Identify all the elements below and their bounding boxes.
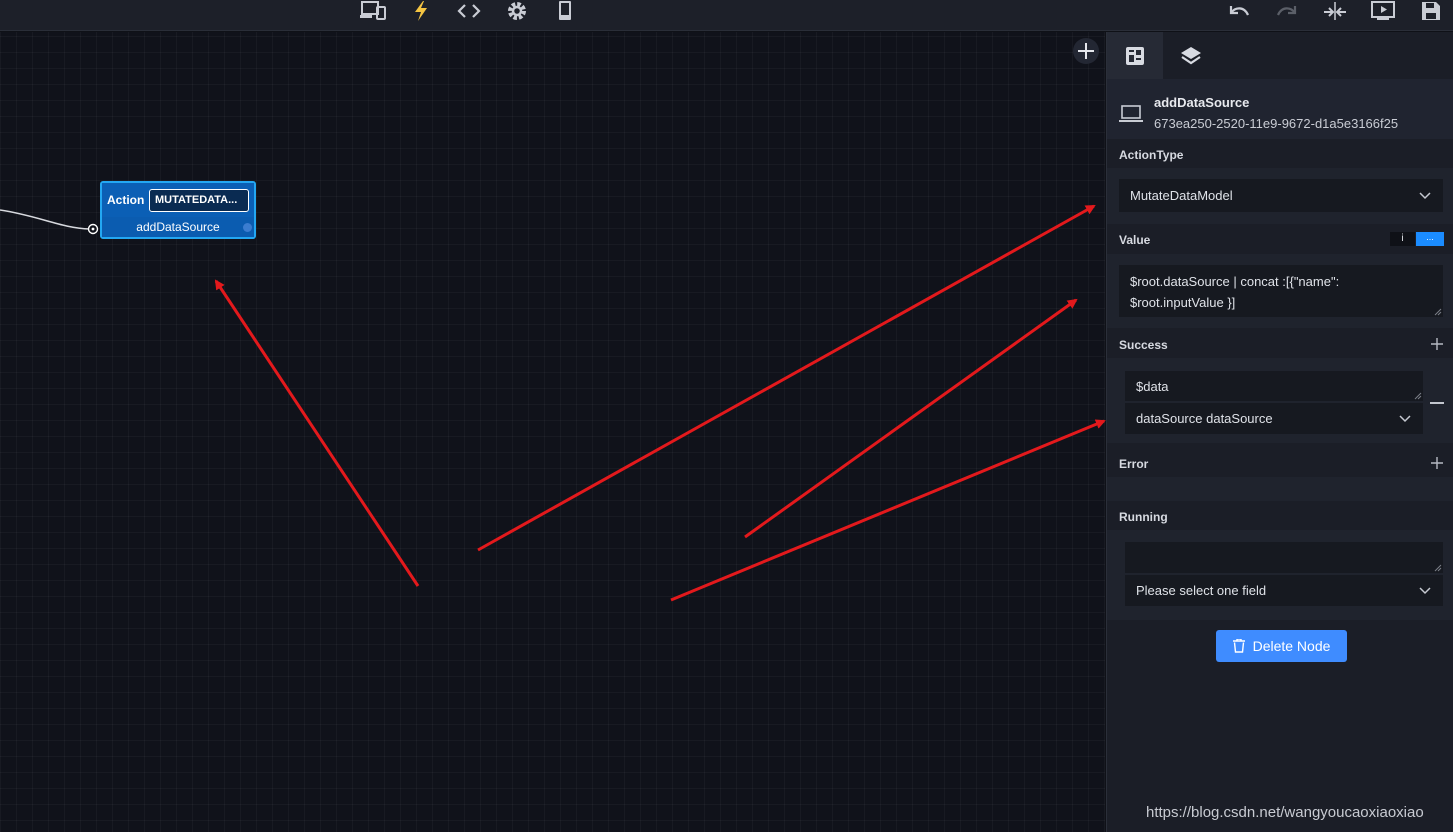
remove-success-minus-icon[interactable] bbox=[1430, 402, 1444, 404]
panel-tabs bbox=[1107, 32, 1453, 79]
preview-icon[interactable] bbox=[1369, 0, 1397, 22]
gear-icon[interactable] bbox=[503, 0, 531, 22]
panel-node-name: addDataSource bbox=[1154, 95, 1250, 110]
node-title-text: addDataSource bbox=[136, 220, 220, 234]
devices-icon[interactable] bbox=[359, 0, 387, 22]
add-success-plus-icon[interactable] bbox=[1431, 338, 1443, 350]
error-label: Error bbox=[1119, 457, 1149, 471]
value-mode-toggle-text[interactable]: i bbox=[1390, 232, 1415, 246]
node-type-label: Action bbox=[107, 193, 145, 207]
redo-icon[interactable] bbox=[1273, 0, 1301, 22]
watermark: https://blog.csdn.net/wangyoucaoxiaoxiao bbox=[1146, 804, 1424, 821]
delete-node-label: Delete Node bbox=[1252, 638, 1331, 654]
value-textarea[interactable]: $root.dataSource | concat :[{"name": $ro… bbox=[1119, 265, 1443, 317]
plus-icon bbox=[1078, 43, 1094, 59]
properties-icon bbox=[1126, 46, 1144, 65]
merge-icon[interactable] bbox=[1321, 0, 1349, 22]
chevron-down-icon bbox=[1399, 414, 1411, 422]
code-icon[interactable] bbox=[455, 0, 483, 22]
laptop-icon bbox=[1119, 105, 1143, 122]
node-action-badge[interactable]: MUTATEDATA... bbox=[149, 188, 249, 212]
value-line-2: $root.inputValue }] bbox=[1130, 295, 1236, 310]
value-mode-toggle-expression[interactable]: ... bbox=[1416, 232, 1444, 246]
error-section bbox=[1107, 477, 1453, 501]
phone-icon[interactable] bbox=[551, 0, 579, 22]
success-select[interactable]: dataSource dataSource bbox=[1125, 403, 1423, 434]
action-type-select[interactable]: MutateDataModel bbox=[1119, 179, 1443, 212]
value-line-1: $root.dataSource | concat :[{"name": bbox=[1130, 274, 1340, 289]
resize-grip-icon[interactable] bbox=[1434, 308, 1442, 316]
success-select-value: dataSource dataSource bbox=[1136, 411, 1273, 426]
delete-node-button[interactable]: Delete Node bbox=[1216, 630, 1347, 662]
node-output-port[interactable] bbox=[243, 223, 252, 232]
layers-icon bbox=[1181, 46, 1201, 64]
running-select-placeholder: Please select one field bbox=[1136, 583, 1267, 598]
running-select[interactable]: Please select one field bbox=[1125, 575, 1443, 606]
flow-canvas[interactable] bbox=[0, 32, 1105, 832]
running-label: Running bbox=[1119, 510, 1168, 524]
save-icon[interactable] bbox=[1417, 0, 1445, 22]
node-title: addDataSource bbox=[102, 217, 254, 237]
tab-properties[interactable] bbox=[1107, 32, 1163, 79]
action-type-value: MutateDataModel bbox=[1130, 188, 1233, 203]
tab-layers[interactable] bbox=[1163, 32, 1219, 79]
node-info: addDataSource 673ea250-2520-11e9-9672-d1… bbox=[1107, 79, 1453, 139]
node-header: Action MUTATEDATA... bbox=[102, 183, 254, 217]
chevron-down-icon bbox=[1419, 191, 1431, 199]
value-label: Value bbox=[1119, 233, 1151, 247]
success-label: Success bbox=[1119, 338, 1168, 352]
top-toolbar bbox=[0, 0, 1453, 31]
panel-node-id: 673ea250-2520-11e9-9672-d1a5e3166f25 bbox=[1154, 116, 1399, 131]
undo-icon[interactable] bbox=[1225, 0, 1253, 22]
add-node-button[interactable] bbox=[1073, 38, 1099, 64]
action-type-label: ActionType bbox=[1119, 148, 1184, 162]
trash-icon bbox=[1232, 639, 1245, 653]
lightning-icon[interactable] bbox=[407, 0, 435, 22]
success-input-value: $data bbox=[1136, 378, 1169, 394]
action-node[interactable]: Action MUTATEDATA... addDataSource bbox=[100, 181, 256, 239]
chevron-down-icon bbox=[1419, 586, 1431, 594]
success-input[interactable]: $data bbox=[1125, 371, 1423, 401]
resize-grip-icon[interactable] bbox=[1434, 564, 1442, 572]
add-error-plus-icon[interactable] bbox=[1431, 457, 1443, 469]
properties-panel: addDataSource 673ea250-2520-11e9-9672-d1… bbox=[1106, 32, 1453, 832]
running-input[interactable] bbox=[1125, 542, 1443, 573]
resize-grip-icon[interactable] bbox=[1414, 392, 1422, 400]
